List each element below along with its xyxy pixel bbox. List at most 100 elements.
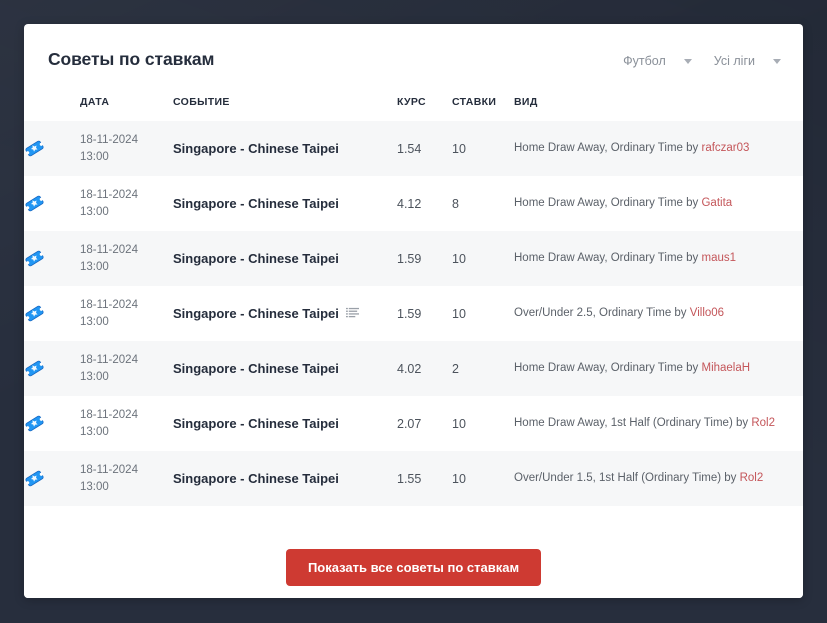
row-event-name: Singapore - Chinese Taipei	[173, 471, 339, 486]
row-event-cell[interactable]: Singapore - Chinese Taipei	[173, 121, 397, 176]
sport-filter-dropdown[interactable]: Футбол	[623, 54, 692, 68]
row-date: 18-11-2024	[80, 408, 138, 421]
row-event-name: Singapore - Chinese Taipei	[173, 416, 339, 431]
row-time: 13:00	[80, 480, 109, 493]
filter-group: Футбол Усі ліги	[623, 54, 781, 68]
show-all-tips-button[interactable]: Показать все советы по ставкам	[285, 549, 542, 586]
row-kind-text: Home Draw Away, 1st Half (Ordinary Time)…	[514, 417, 749, 429]
row-event-cell[interactable]: Singapore - Chinese Taipei	[173, 396, 397, 451]
row-icon-cell	[24, 451, 80, 506]
row-date-cell: 18-11-2024 13:00	[80, 176, 173, 231]
ticket-icon	[24, 303, 45, 324]
ticket-icon	[24, 248, 45, 269]
table-body: 18-11-2024 13:00 Singapore - Chinese Taipe…	[24, 121, 803, 506]
row-event-cell[interactable]: Singapore - Chinese Taipei	[173, 286, 397, 341]
row-event-cell[interactable]: Singapore - Chinese Taipei	[173, 451, 397, 506]
row-event-name: Singapore - Chinese Taipei	[173, 251, 339, 266]
row-odds: 1.59	[397, 251, 422, 266]
note-lines-icon[interactable]	[345, 307, 359, 319]
row-date-cell: 18-11-2024 13:00	[80, 451, 173, 506]
table-row[interactable]: 18-11-2024 13:00 Singapore - Chinese Taipe…	[24, 451, 803, 506]
card-header: Советы по ставкам Футбол Усі ліги	[24, 24, 803, 96]
row-date: 18-11-2024	[80, 298, 138, 311]
betting-tips-card: Советы по ставкам Футбол Усі ліги ДАТА С…	[24, 24, 803, 598]
chevron-down-icon	[773, 58, 781, 64]
row-odds: 1.55	[397, 471, 422, 486]
column-header-stakes: СТАВКИ	[452, 96, 497, 108]
row-date-cell: 18-11-2024 13:00	[80, 231, 173, 286]
row-time: 13:00	[80, 260, 109, 273]
row-icon-cell	[24, 286, 80, 341]
ticket-icon	[24, 193, 45, 214]
row-kind-cell: Home Draw Away, Ordinary Time by maus1	[514, 231, 803, 286]
row-kind-cell: Home Draw Away, Ordinary Time by Mihaela…	[514, 341, 803, 396]
row-stakes: 10	[452, 251, 466, 266]
betting-tips-table: ДАТА СОБЫТИЕ КУРС СТАВКИ ВИД 18-11-2024 1…	[24, 96, 803, 506]
ticket-icon	[24, 358, 45, 379]
row-kind-text: Home Draw Away, Ordinary Time by	[514, 252, 699, 264]
column-header-odds: КУРС	[397, 96, 426, 108]
table-row[interactable]: 18-11-2024 13:00 Singapore - Chinese Taipe…	[24, 396, 803, 451]
row-time: 13:00	[80, 150, 109, 163]
chevron-down-icon	[683, 58, 692, 64]
row-author-link[interactable]: Villo06	[690, 307, 724, 319]
row-author-link[interactable]: maus1	[701, 252, 736, 264]
row-odds: 1.59	[397, 306, 422, 321]
row-date: 18-11-2024	[80, 353, 138, 366]
row-kind-cell: Home Draw Away, Ordinary Time by Gatita	[514, 176, 803, 231]
row-event-name: Singapore - Chinese Taipei	[173, 306, 339, 321]
ticket-icon	[24, 138, 45, 159]
row-author-link[interactable]: rafczar03	[701, 142, 749, 154]
row-date: 18-11-2024	[80, 133, 138, 146]
row-stakes: 10	[452, 471, 466, 486]
row-stakes: 8	[452, 196, 459, 211]
row-author-link[interactable]: Gatita	[701, 197, 732, 209]
league-filter-dropdown[interactable]: Усі ліги	[714, 54, 781, 68]
row-stakes: 2	[452, 361, 459, 376]
column-header-event: СОБЫТИЕ	[173, 96, 230, 108]
row-event-name: Singapore - Chinese Taipei	[173, 141, 339, 156]
row-kind-cell: Over/Under 1.5, 1st Half (Ordinary Time)…	[514, 451, 803, 506]
table-row[interactable]: 18-11-2024 13:00 Singapore - Chinese Taipe…	[24, 176, 803, 231]
row-date: 18-11-2024	[80, 188, 138, 201]
table-header-row: ДАТА СОБЫТИЕ КУРС СТАВКИ ВИД	[24, 96, 803, 121]
sport-filter-label: Футбол	[623, 54, 666, 68]
row-stakes: 10	[452, 416, 466, 431]
row-event-name: Singapore - Chinese Taipei	[173, 361, 339, 376]
row-date-cell: 18-11-2024 13:00	[80, 286, 173, 341]
column-header-date: ДАТА	[80, 96, 110, 108]
row-time: 13:00	[80, 425, 109, 438]
table-row[interactable]: 18-11-2024 13:00 Singapore - Chinese Taipe…	[24, 341, 803, 396]
column-header-icon	[24, 96, 80, 121]
row-time: 13:00	[80, 315, 109, 328]
row-author-link[interactable]: Rol2	[751, 417, 775, 429]
page-title: Советы по ставкам	[48, 49, 215, 69]
row-icon-cell	[24, 121, 80, 176]
row-date-cell: 18-11-2024 13:00	[80, 396, 173, 451]
row-icon-cell	[24, 231, 80, 286]
row-stakes: 10	[452, 306, 466, 321]
row-date-cell: 18-11-2024 13:00	[80, 341, 173, 396]
card-footer: Показать все советы по ставкам	[24, 537, 803, 598]
row-icon-cell	[24, 341, 80, 396]
row-time: 13:00	[80, 205, 109, 218]
row-event-cell[interactable]: Singapore - Chinese Taipei	[173, 176, 397, 231]
row-event-cell[interactable]: Singapore - Chinese Taipei	[173, 341, 397, 396]
row-author-link[interactable]: Rol2	[740, 472, 764, 484]
table-row[interactable]: 18-11-2024 13:00 Singapore - Chinese Taipe…	[24, 121, 803, 176]
row-kind-text: Over/Under 2.5, Ordinary Time by	[514, 307, 687, 319]
table-row[interactable]: 18-11-2024 13:00 Singapore - Chinese Taipe…	[24, 231, 803, 286]
table-row[interactable]: 18-11-2024 13:00 Singapore - Chinese Taipe…	[24, 286, 803, 341]
row-odds: 1.54	[397, 141, 422, 156]
row-icon-cell	[24, 176, 80, 231]
row-author-link[interactable]: MihaelaH	[701, 362, 750, 374]
ticket-icon	[24, 468, 45, 489]
row-stakes: 10	[452, 141, 466, 156]
row-date: 18-11-2024	[80, 463, 138, 476]
row-event-name: Singapore - Chinese Taipei	[173, 196, 339, 211]
column-header-kind: ВИД	[514, 96, 538, 108]
row-odds: 4.12	[397, 196, 422, 211]
row-date-cell: 18-11-2024 13:00	[80, 121, 173, 176]
row-kind-cell: Over/Under 2.5, Ordinary Time by Villo06	[514, 286, 803, 341]
row-event-cell[interactable]: Singapore - Chinese Taipei	[173, 231, 397, 286]
